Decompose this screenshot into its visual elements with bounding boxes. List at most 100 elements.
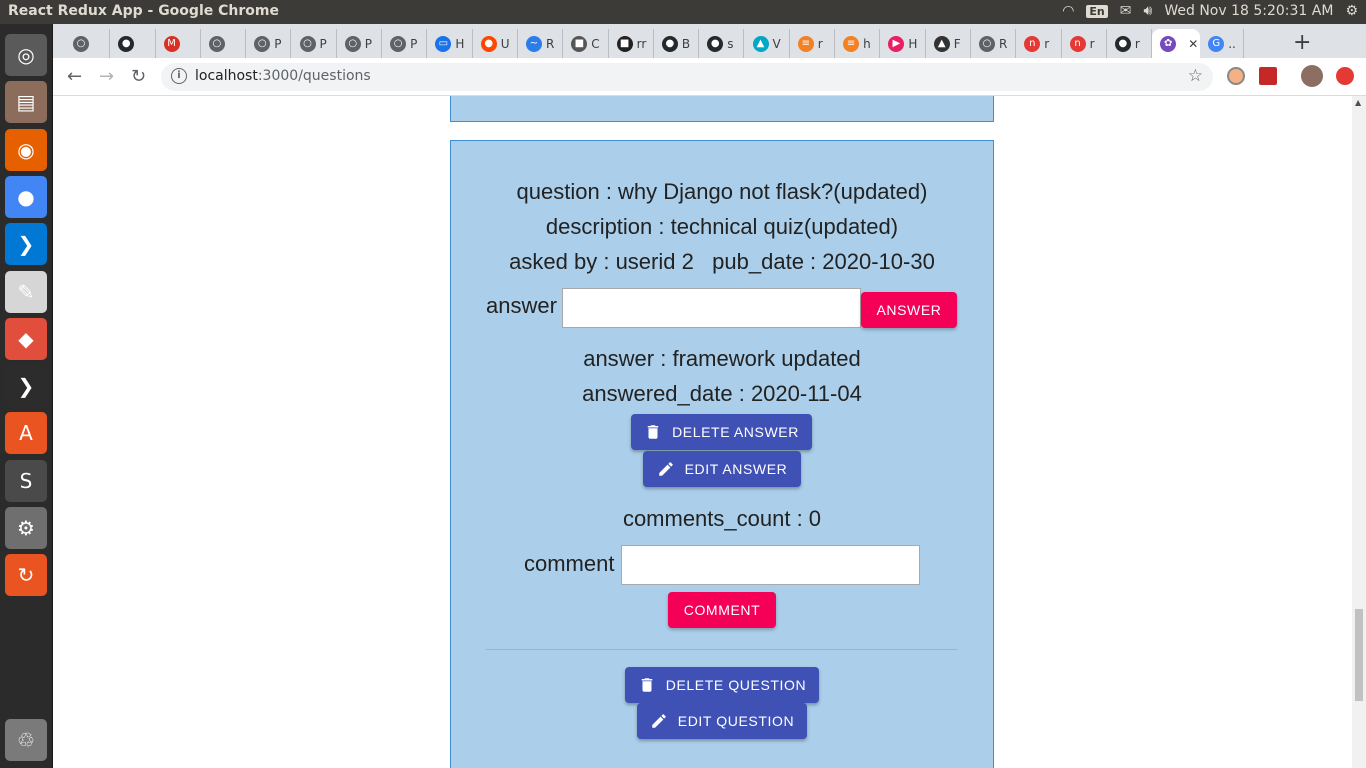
edit-answer-label: EDIT ANSWER xyxy=(684,461,788,477)
globe-icon: ○ xyxy=(390,35,407,52)
tab[interactable]: ≡ r xyxy=(790,29,836,58)
forward-arrow-icon[interactable]: → xyxy=(99,66,114,87)
tab-label: h xyxy=(863,36,871,51)
stackoverflow-icon: ≡ xyxy=(797,35,814,52)
reload-icon[interactable]: ↻ xyxy=(131,66,146,87)
tab[interactable]: ▲ V xyxy=(745,29,790,58)
tab[interactable]: ● B xyxy=(654,29,700,58)
launcher-chrome-icon[interactable]: ● xyxy=(5,175,47,218)
tab[interactable]: G.. xyxy=(1200,29,1245,58)
launcher-sublime-icon[interactable]: S xyxy=(5,459,47,502)
scrollbar-thumb[interactable] xyxy=(1355,609,1363,701)
tab[interactable]: ● s xyxy=(699,29,745,58)
launcher-software-center-icon[interactable]: A xyxy=(5,412,47,455)
tab[interactable]: ○ R xyxy=(971,29,1017,58)
launcher-files-icon[interactable]: ▤ xyxy=(5,81,47,124)
launcher-ubuntu-dash-icon[interactable]: ◎ xyxy=(5,34,47,76)
trash-icon xyxy=(641,678,653,692)
wifi-icon[interactable]: ◠ xyxy=(1062,3,1074,19)
comment-button[interactable]: COMMENT xyxy=(668,592,776,628)
tab-label: r xyxy=(1044,36,1050,51)
launcher-updater-icon[interactable]: ↻ xyxy=(5,554,47,597)
tab-label: F xyxy=(953,36,961,51)
launcher-trash-icon[interactable]: ♲ xyxy=(5,719,47,761)
scroll-up-arrow-icon[interactable]: ▲ xyxy=(1355,98,1361,107)
question-title: question : why Django not flask?(updated… xyxy=(516,179,928,204)
tab-label: H xyxy=(455,36,465,51)
page-scrollbar[interactable]: ▲ xyxy=(1352,96,1366,768)
tab[interactable]: ● U xyxy=(473,29,518,58)
tab[interactable]: ~ R xyxy=(518,29,564,58)
edit-question-button[interactable]: EDIT QUESTION xyxy=(637,703,807,739)
answered-date: answered_date : 2020-11-04 xyxy=(582,381,862,406)
extension-redux-devtools-icon[interactable] xyxy=(1259,67,1277,85)
update-icon[interactable] xyxy=(1336,67,1354,85)
comment-input[interactable] xyxy=(621,545,920,585)
tab[interactable]: ▲ F xyxy=(926,29,971,58)
answer-input[interactable] xyxy=(562,288,861,328)
url-host: localhost xyxy=(195,68,258,84)
page-viewport: question : why Django not flask?(updated… xyxy=(53,96,1366,768)
launcher-terminal-icon[interactable]: ❯ xyxy=(5,365,47,408)
tab[interactable]: ● xyxy=(110,29,156,58)
answer-button[interactable]: ANSWER xyxy=(861,292,957,328)
github-icon: ● xyxy=(1114,35,1131,52)
new-tab-button[interactable]: + xyxy=(1293,30,1311,55)
launcher-settings-icon[interactable]: ⚙ xyxy=(5,507,47,549)
back-arrow-icon[interactable]: ← xyxy=(67,66,82,87)
tab[interactable]: ● r xyxy=(1107,29,1153,58)
launcher-vscode-icon[interactable]: ❯ xyxy=(5,223,47,266)
bird-icon: ▲ xyxy=(752,35,769,52)
address-url[interactable]: localhost:3000/questions xyxy=(195,68,371,84)
tab[interactable]: ○ xyxy=(201,29,247,58)
keyboard-layout-indicator[interactable]: En xyxy=(1086,4,1108,18)
tab[interactable]: ○ xyxy=(65,29,111,58)
tab-label: U xyxy=(500,36,510,51)
tab-active[interactable]: ✿ ✕ xyxy=(1152,29,1201,58)
tab[interactable]: ○ P xyxy=(292,29,337,58)
delete-answer-button[interactable]: DELETE ANSWER xyxy=(631,414,812,450)
volume-icon[interactable]: 🔊︎ xyxy=(1144,3,1153,19)
tab[interactable]: ■ C xyxy=(563,29,609,58)
edit-answer-button[interactable]: EDIT ANSWER xyxy=(643,451,801,487)
delete-answer-label: DELETE ANSWER xyxy=(672,424,799,440)
google-icon: G xyxy=(1208,35,1225,52)
bookmark-star-icon[interactable]: ☆ xyxy=(1188,66,1203,86)
monitor-icon: ▭ xyxy=(435,35,452,52)
tab[interactable]: ■ rr xyxy=(609,29,654,58)
mail-icon[interactable]: ✉ xyxy=(1120,3,1132,19)
tab[interactable]: nr xyxy=(1016,29,1062,58)
tab[interactable]: ○ P xyxy=(382,29,428,58)
delete-question-button[interactable]: DELETE QUESTION xyxy=(625,667,819,703)
tab-label: H xyxy=(908,36,918,51)
browser-toolbar: ← → ↻ i localhost:3000/questions ☆ xyxy=(53,58,1366,96)
clock[interactable]: Wed Nov 18 5:20:31 AM xyxy=(1164,3,1333,19)
tab[interactable]: ○ P xyxy=(337,29,383,58)
play-icon: ▶ xyxy=(888,35,905,52)
site-info-icon[interactable]: i xyxy=(171,68,187,84)
extension-icon[interactable] xyxy=(1227,67,1245,85)
stackoverflow-icon: ≡ xyxy=(843,35,860,52)
url-path: :3000/questions xyxy=(257,68,371,84)
ubuntu-launcher: ◎ ▤ ◉ ● ❯ ✎ ◆ ❯ A S ⚙ ↻ ♲ xyxy=(0,24,53,768)
launcher-git-icon[interactable]: ◆ xyxy=(5,317,47,360)
tab-label: R xyxy=(546,36,555,51)
tab[interactable]: ▭ H xyxy=(427,29,473,58)
address-bar[interactable]: i localhost:3000/questions ☆ xyxy=(161,63,1213,91)
tab-label: r xyxy=(817,36,823,51)
launcher-text-editor-icon[interactable]: ✎ xyxy=(5,270,47,313)
tab[interactable]: nr xyxy=(1062,29,1107,58)
card-divider xyxy=(486,649,958,650)
tab[interactable]: ○ P xyxy=(246,29,292,58)
close-tab-icon[interactable]: ✕ xyxy=(1188,37,1198,51)
question-description: description : technical quiz(updated) xyxy=(545,214,899,239)
tab[interactable]: ▶ H xyxy=(880,29,926,58)
redux-icon: ✿ xyxy=(1160,35,1177,52)
power-gear-icon[interactable]: ⚙ xyxy=(1345,3,1358,19)
launcher-firefox-icon[interactable]: ◉ xyxy=(5,128,47,171)
gmail-icon: M xyxy=(163,35,180,52)
linux-icon: ▲ xyxy=(933,35,950,52)
tab[interactable]: M xyxy=(156,29,201,58)
profile-avatar[interactable] xyxy=(1301,65,1323,87)
tab[interactable]: ≡ h xyxy=(835,29,881,58)
